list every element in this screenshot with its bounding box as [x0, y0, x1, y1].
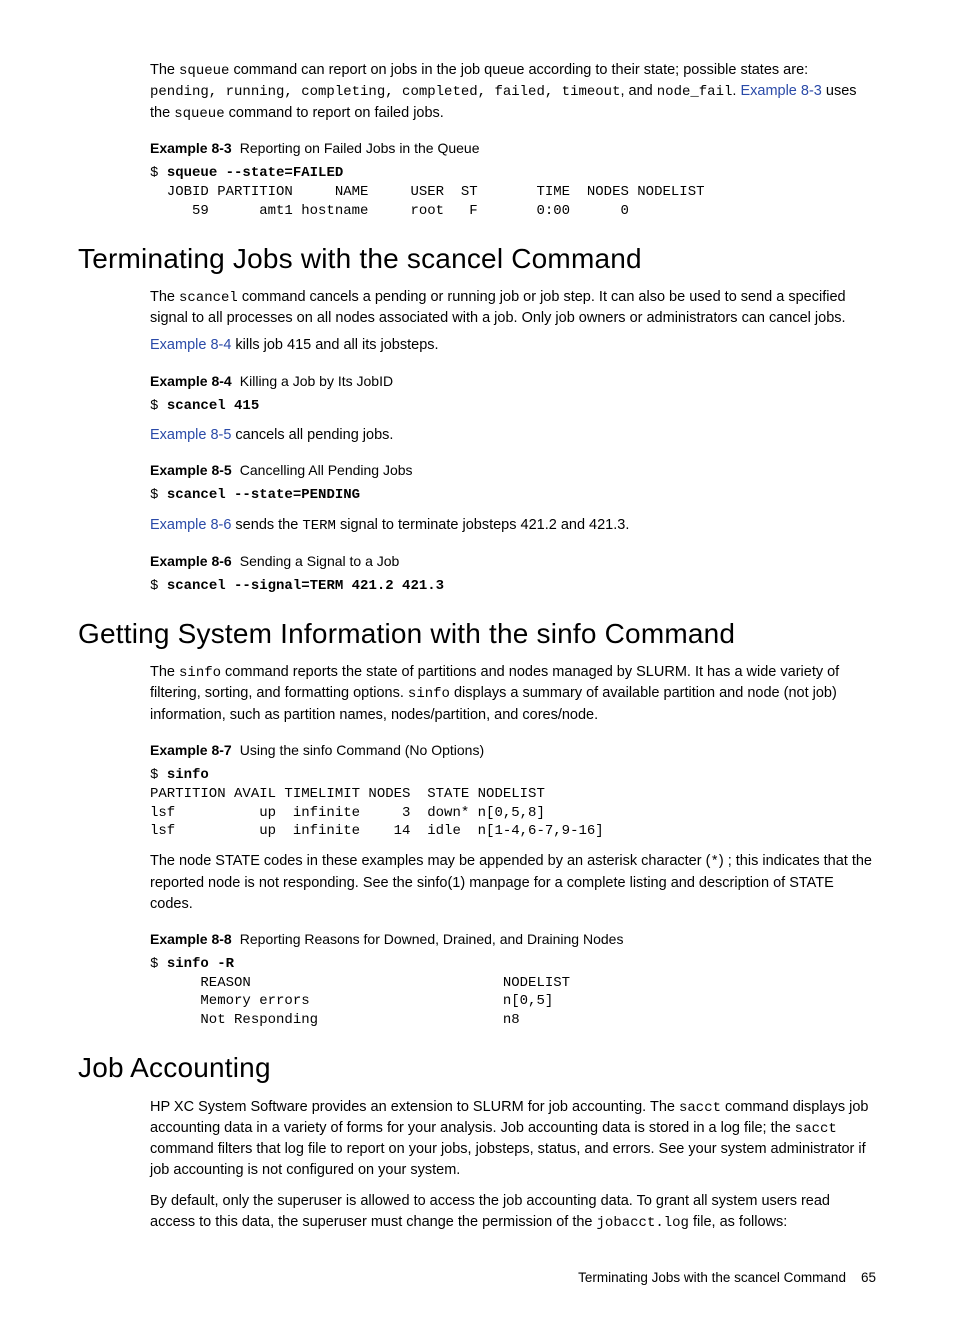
p-8-5: Example 8-5 cancels all pending jobs. [150, 425, 876, 446]
code-inline: sacct [679, 1100, 721, 1116]
example-link[interactable]: Example 8-4 [150, 337, 231, 353]
heading-sinfo: Getting System Information with the sinf… [78, 614, 876, 655]
code-inline: jobacct.log [597, 1215, 689, 1231]
text: command cancels a pending or running job… [150, 289, 846, 326]
example-caption: Reporting on Failed Jobs in the Queue [240, 140, 480, 156]
code-inline: sacct [795, 1121, 837, 1137]
example-number: Example 8-7 [150, 742, 232, 758]
example-8-7-code: $ sinfo PARTITION AVAIL TIMELIMIT NODES … [150, 766, 876, 842]
code-inline: squeue [174, 106, 224, 122]
example-number: Example 8-5 [150, 462, 232, 478]
example-8-8-code: $ sinfo -R REASON NODELIST Memory errors… [150, 955, 876, 1031]
jobacct-paragraph-2: By default, only the superuser is allowe… [150, 1191, 876, 1233]
example-8-5-code: $ scancel --state=PENDING [150, 486, 876, 505]
code-inline: sinfo [179, 665, 221, 681]
example-8-3-code: $ squeue --state=FAILED JOBID PARTITION … [150, 164, 876, 221]
example-link[interactable]: Example 8-5 [150, 427, 231, 443]
text: cancels all pending jobs. [231, 427, 393, 443]
intro-paragraph: The squeue command can report on jobs in… [150, 60, 876, 124]
example-8-5-label: Example 8-5 Cancelling All Pending Jobs [150, 460, 876, 482]
example-number: Example 8-6 [150, 553, 232, 569]
code-inline: squeue [179, 63, 229, 79]
example-number: Example 8-8 [150, 931, 232, 947]
code-inline: pending, running, completing, completed,… [150, 84, 620, 100]
example-8-6-code: $ scancel --signal=TERM 421.2 421.3 [150, 577, 876, 596]
text: command can report on jobs in the job qu… [229, 62, 808, 78]
code-inline: sinfo [408, 686, 450, 702]
code-inline: scancel [179, 290, 238, 306]
sinfo-paragraph: The sinfo command reports the state of p… [150, 662, 876, 726]
example-8-3-label: Example 8-3 Reporting on Failed Jobs in … [150, 138, 876, 160]
scancel-paragraph-2: Example 8-4 kills job 415 and all its jo… [150, 335, 876, 356]
code-inline: TERM [302, 518, 336, 534]
text: kills job 415 and all its jobsteps. [231, 337, 438, 353]
text: command to report on failed jobs. [225, 105, 444, 121]
example-caption: Using the sinfo Command (No Options) [240, 742, 484, 758]
p-8-6: Example 8-6 sends the TERM signal to ter… [150, 515, 876, 536]
example-link[interactable]: Example 8-3 [740, 83, 821, 99]
text: HP XC System Software provides an extens… [150, 1099, 679, 1115]
text: file, as follows: [689, 1214, 787, 1230]
example-caption: Sending a Signal to a Job [240, 553, 400, 569]
example-8-4-label: Example 8-4 Killing a Job by Its JobID [150, 371, 876, 393]
example-8-7-label: Example 8-7 Using the sinfo Command (No … [150, 740, 876, 762]
example-link[interactable]: Example 8-6 [150, 517, 231, 533]
text: signal to terminate jobsteps 421.2 and 4… [336, 517, 629, 533]
example-8-4-code: $ scancel 415 [150, 397, 876, 416]
text: , and [620, 83, 656, 99]
example-8-6-label: Example 8-6 Sending a Signal to a Job [150, 551, 876, 573]
example-caption: Reporting Reasons for Downed, Drained, a… [240, 931, 624, 947]
code-inline: node_fail [657, 84, 733, 100]
scancel-paragraph-1: The scancel command cancels a pending or… [150, 287, 876, 329]
text: The node STATE codes in these examples m… [150, 853, 710, 869]
page-number: 65 [861, 1270, 876, 1285]
text: sends the [231, 517, 302, 533]
example-number: Example 8-3 [150, 140, 232, 156]
example-caption: Cancelling All Pending Jobs [240, 462, 413, 478]
text: The [150, 664, 179, 680]
code-inline: * [710, 854, 718, 870]
heading-terminating-jobs: Terminating Jobs with the scancel Comman… [78, 239, 876, 280]
text: The [150, 62, 179, 78]
example-caption: Killing a Job by Its JobID [240, 373, 393, 389]
footer-title: Terminating Jobs with the scancel Comman… [578, 1270, 846, 1285]
text: The [150, 289, 179, 305]
text: command filters that log file to report … [150, 1141, 866, 1178]
example-8-8-label: Example 8-8 Reporting Reasons for Downed… [150, 929, 876, 951]
heading-job-accounting: Job Accounting [78, 1048, 876, 1089]
example-number: Example 8-4 [150, 373, 232, 389]
jobacct-paragraph-1: HP XC System Software provides an extens… [150, 1097, 876, 1182]
sinfo-note: The node STATE codes in these examples m… [150, 851, 876, 914]
